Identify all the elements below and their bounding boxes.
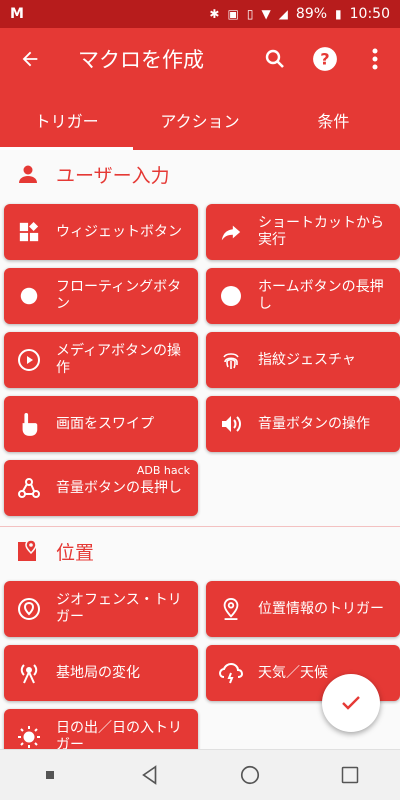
trigger-sunrise-sunset[interactable]: 日の出／日の入トリガー xyxy=(4,709,198,750)
share-arrow-icon xyxy=(218,219,244,245)
section-header-user-input: ユーザー入力 xyxy=(0,150,400,198)
overflow-menu-button[interactable] xyxy=(350,28,400,90)
search-button[interactable] xyxy=(250,28,300,90)
map-marker-icon xyxy=(14,537,42,565)
status-indicators: ✱ ▣ ▯ ▼ ◢ 89% ▮ 10:50 xyxy=(209,6,390,22)
tile-label: 日の出／日の入トリガー xyxy=(56,720,182,750)
tab-bar: トリガー アクション 条件 xyxy=(0,90,400,150)
battery-icon: ▮ xyxy=(335,7,342,21)
back-button[interactable] xyxy=(0,28,60,90)
tab-triggers[interactable]: トリガー xyxy=(0,90,134,150)
help-button[interactable]: ? xyxy=(300,28,350,90)
circle-icon xyxy=(218,283,244,309)
tile-label: 指紋ジェスチャ xyxy=(258,351,356,368)
nfc-icon: ▣ xyxy=(227,7,239,21)
tab-conditions[interactable]: 条件 xyxy=(267,90,400,150)
vibrate-icon: ▯ xyxy=(246,7,254,21)
app-bar: マクロを作成 ? xyxy=(0,28,400,90)
tile-label: 位置情報のトリガー xyxy=(258,600,384,617)
section-title: ユーザー入力 xyxy=(56,164,170,187)
tile-label: 画面をスワイプ xyxy=(56,415,154,432)
square-dot-icon xyxy=(46,771,54,779)
touch-hand-icon xyxy=(16,411,42,437)
widgets-icon xyxy=(16,219,42,245)
cell-tower-icon xyxy=(16,660,42,686)
svg-text:?: ? xyxy=(320,49,329,68)
trigger-media-button[interactable]: メディアボタンの操作 xyxy=(4,332,198,388)
weather-icon xyxy=(218,660,244,686)
help-icon: ? xyxy=(313,47,337,71)
user-input-grid: ウィジェットボタン ショートカットから実行 フローティングボタン ホームボタンの… xyxy=(0,198,400,516)
square-recents-icon xyxy=(341,766,359,784)
trigger-widget-button[interactable]: ウィジェットボタン xyxy=(4,204,198,260)
trigger-fingerprint-gesture[interactable]: 指紋ジェスチャ xyxy=(206,332,400,388)
status-bar: M ✱ ▣ ▯ ▼ ◢ 89% ▮ 10:50 xyxy=(0,0,400,28)
trigger-home-long-press[interactable]: ホームボタンの長押し xyxy=(206,268,400,324)
tile-label: ジオフェンス・トリガー xyxy=(56,592,182,625)
tile-label: 基地局の変化 xyxy=(56,664,140,681)
carrier-icon: M xyxy=(10,6,24,22)
trigger-swipe-screen[interactable]: 画面をスワイプ xyxy=(4,396,198,452)
trigger-location-info[interactable]: 位置情報のトリガー xyxy=(206,581,400,637)
circle-home-icon xyxy=(240,765,260,785)
nav-menu-button[interactable] xyxy=(20,750,80,800)
clock: 10:50 xyxy=(349,6,390,22)
volume-icon xyxy=(218,411,244,437)
tile-label: 音量ボタンの操作 xyxy=(258,415,370,432)
section-title: 位置 xyxy=(56,541,95,564)
fingerprint-icon xyxy=(218,347,244,373)
battery-percent: 89% xyxy=(295,6,328,22)
page-title: マクロを作成 xyxy=(78,48,204,72)
trigger-volume-long-press[interactable]: ADB hack 音量ボタンの長押し xyxy=(4,460,198,516)
trigger-geofence[interactable]: ジオフェンス・トリガー xyxy=(4,581,198,637)
circle-icon xyxy=(16,283,42,309)
sun-icon xyxy=(16,724,42,750)
triangle-back-icon xyxy=(142,765,157,785)
tile-label: 天気／天候 xyxy=(258,664,328,681)
tile-label: 音量ボタンの長押し xyxy=(56,479,182,496)
tile-label: ウィジェットボタン xyxy=(56,223,182,240)
place-icon xyxy=(218,596,244,622)
adb-hack-badge: ADB hack xyxy=(136,464,190,477)
confirm-fab[interactable] xyxy=(322,674,380,732)
system-nav-bar xyxy=(0,749,400,800)
trigger-floating-button[interactable]: フローティングボタン xyxy=(4,268,198,324)
nav-home-button[interactable] xyxy=(220,750,280,800)
trigger-volume-button[interactable]: 音量ボタンの操作 xyxy=(206,396,400,452)
arrow-back-icon xyxy=(22,51,38,67)
tile-label: メディアボタンの操作 xyxy=(56,343,182,376)
tile-label: フローティングボタン xyxy=(56,279,182,312)
tile-label: ホームボタンの長押し xyxy=(258,279,384,312)
search-icon xyxy=(265,49,284,68)
webhook-icon xyxy=(16,475,42,501)
more-vert-icon xyxy=(372,48,378,70)
location-pin-icon xyxy=(16,596,42,622)
trigger-shortcut[interactable]: ショートカットから実行 xyxy=(206,204,400,260)
signal-icon: ◢ xyxy=(278,7,288,21)
check-icon xyxy=(342,696,360,710)
nav-back-button[interactable] xyxy=(120,750,180,800)
bluetooth-icon: ✱ xyxy=(209,7,220,21)
wifi-icon: ▼ xyxy=(261,7,271,21)
trigger-list[interactable]: ユーザー入力 ウィジェットボタン ショートカットから実行 フローティングボタン … xyxy=(0,150,400,750)
trigger-cell-tower[interactable]: 基地局の変化 xyxy=(4,645,198,701)
play-circle-icon xyxy=(16,347,42,373)
nav-recents-button[interactable] xyxy=(320,750,380,800)
section-header-location: 位置 xyxy=(0,527,400,575)
tab-actions[interactable]: アクション xyxy=(133,90,266,150)
tile-label: ショートカットから実行 xyxy=(258,215,384,248)
person-icon xyxy=(14,160,42,188)
